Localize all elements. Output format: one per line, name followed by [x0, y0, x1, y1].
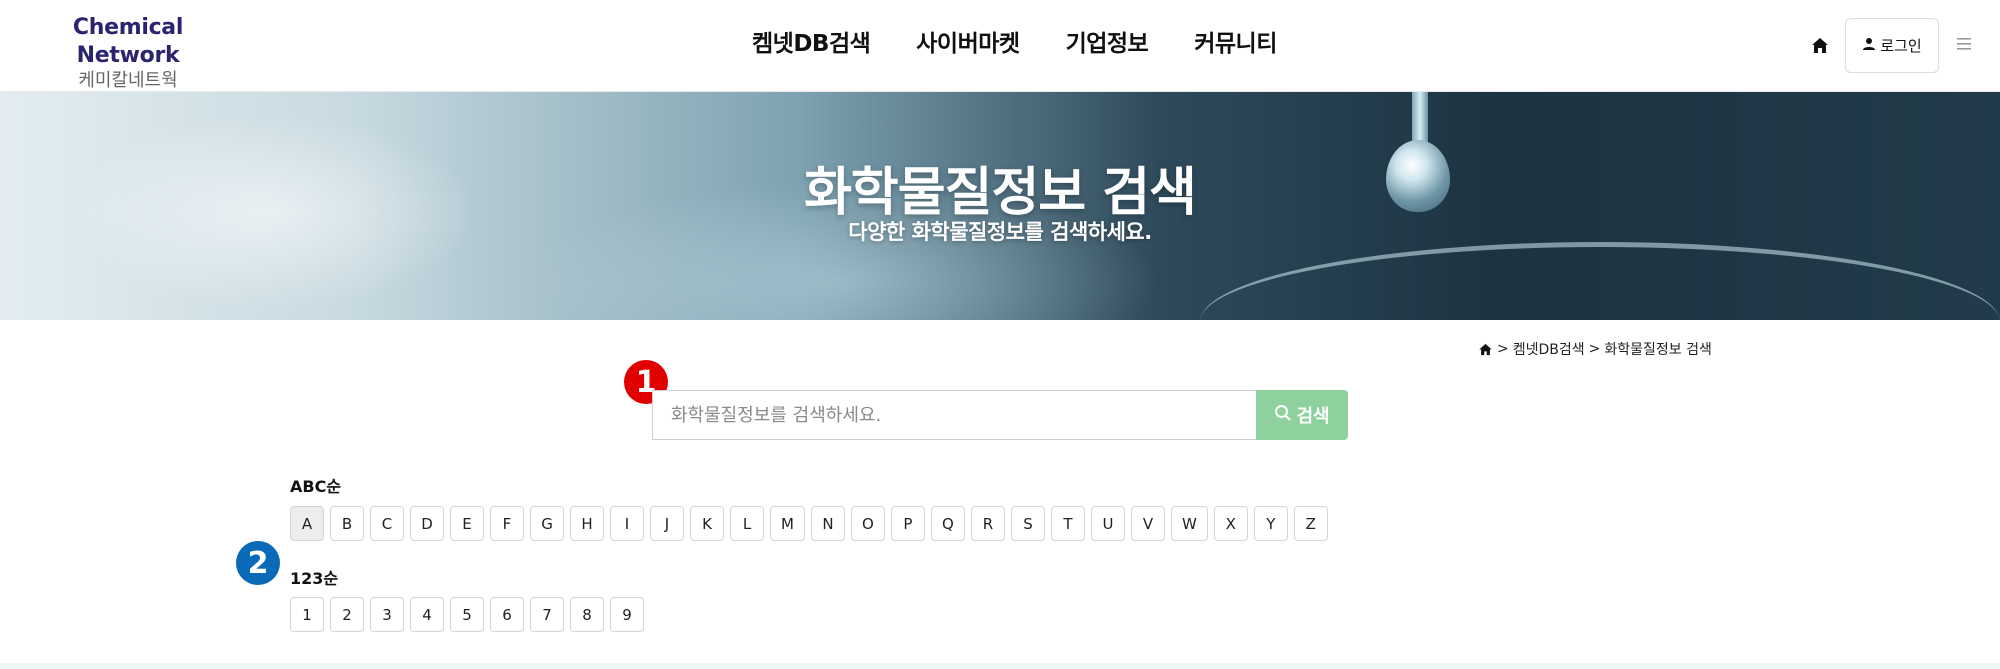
index-key-g[interactable]: G [530, 506, 564, 541]
nav-item-community[interactable]: 커뮤니티 [1194, 28, 1277, 60]
index-key-c[interactable]: C [370, 506, 404, 541]
breadcrumb: > 켐넷DB검색 > 화학물질정보 검색 [1478, 339, 1712, 359]
abc-index-label: ABC순 [290, 477, 342, 496]
logo-korean: 케미칼네트웍 [78, 70, 178, 91]
breadcrumb-home-icon[interactable] [1478, 342, 1493, 357]
search-button[interactable]: 검색 [1256, 390, 1348, 440]
index-key-b[interactable]: B [330, 506, 364, 541]
page-title: 화학물질정보 검색 [804, 163, 1197, 223]
footer-divider [0, 663, 2000, 669]
hamburger-icon[interactable] [1952, 32, 1976, 56]
search-button-label: 검색 [1296, 406, 1330, 426]
index-key-1[interactable]: 1 [290, 597, 324, 632]
annotation-marker-2: 2 [236, 541, 280, 585]
index-key-s[interactable]: S [1010, 506, 1045, 541]
login-button[interactable]: 로그인 [1845, 18, 1939, 73]
index-key-6[interactable]: 6 [490, 597, 524, 632]
page-subtitle: 다양한 화학물질정보를 검색하세요. [848, 220, 1152, 244]
index-key-d[interactable]: D [410, 506, 444, 541]
index-key-m[interactable]: M [770, 506, 805, 541]
search-input[interactable] [652, 390, 1256, 440]
index-key-y[interactable]: Y [1253, 506, 1288, 541]
main-nav: 켐넷DB검색 사이버마켓 기업정보 커뮤니티 [752, 28, 1323, 60]
abc-index-keys: ABCDEFGHIJKLMNOPQRSTUVWXYZ [290, 506, 1328, 541]
index-key-p[interactable]: P [890, 506, 925, 541]
logo-english: Chemical Network [72, 15, 184, 68]
index-key-v[interactable]: V [1130, 506, 1165, 541]
breadcrumb-item-chemnet-db[interactable]: 켐넷DB검색 [1513, 339, 1585, 359]
hero-banner: 화학물질정보 검색 다양한 화학물질정보를 검색하세요. [0, 92, 2000, 320]
breadcrumb-separator: > [1497, 341, 1509, 357]
index-key-f[interactable]: F [490, 506, 524, 541]
index-key-5[interactable]: 5 [450, 597, 484, 632]
index-key-i[interactable]: I [610, 506, 644, 541]
index-key-u[interactable]: U [1090, 506, 1125, 541]
index-key-x[interactable]: X [1213, 506, 1248, 541]
index-key-a[interactable]: A [290, 506, 324, 541]
home-icon[interactable] [1808, 34, 1832, 58]
index-key-j[interactable]: J [650, 506, 684, 541]
index-key-l[interactable]: L [730, 506, 764, 541]
user-icon [1862, 37, 1876, 55]
breadcrumb-item-current: 화학물질정보 검색 [1604, 342, 1712, 358]
index-key-w[interactable]: W [1170, 506, 1208, 541]
nav-item-company-info[interactable]: 기업정보 [1066, 28, 1149, 60]
search-bar: 검색 [652, 390, 1348, 440]
index-key-q[interactable]: Q [930, 506, 965, 541]
index-key-o[interactable]: O [850, 506, 885, 541]
index-key-8[interactable]: 8 [570, 597, 604, 632]
beaker-rim-image [1200, 242, 2000, 320]
index-key-t[interactable]: T [1050, 506, 1085, 541]
index-key-r[interactable]: R [970, 506, 1005, 541]
number-index-keys: 123456789 [290, 597, 644, 632]
index-key-n[interactable]: N [810, 506, 845, 541]
login-label: 로그인 [1880, 37, 1922, 55]
search-icon [1274, 404, 1292, 427]
index-key-7[interactable]: 7 [530, 597, 564, 632]
index-key-z[interactable]: Z [1293, 506, 1328, 541]
index-key-h[interactable]: H [570, 506, 604, 541]
nav-item-chemnet-db-search[interactable]: 켐넷DB검색 [752, 28, 871, 60]
index-key-k[interactable]: K [690, 506, 724, 541]
index-key-e[interactable]: E [450, 506, 484, 541]
index-key-3[interactable]: 3 [370, 597, 404, 632]
breadcrumb-separator: > [1588, 341, 1601, 357]
index-key-9[interactable]: 9 [610, 597, 644, 632]
index-key-2[interactable]: 2 [330, 597, 364, 632]
site-header: Chemical Network 케미칼네트웍 켐넷DB검색 사이버마켓 기업정… [0, 0, 2000, 92]
site-logo[interactable]: Chemical Network 케미칼네트웍 [28, 14, 228, 92]
nav-item-cyber-market[interactable]: 사이버마켓 [916, 28, 1020, 60]
number-index-label: 123순 [290, 569, 339, 588]
index-key-4[interactable]: 4 [410, 597, 444, 632]
